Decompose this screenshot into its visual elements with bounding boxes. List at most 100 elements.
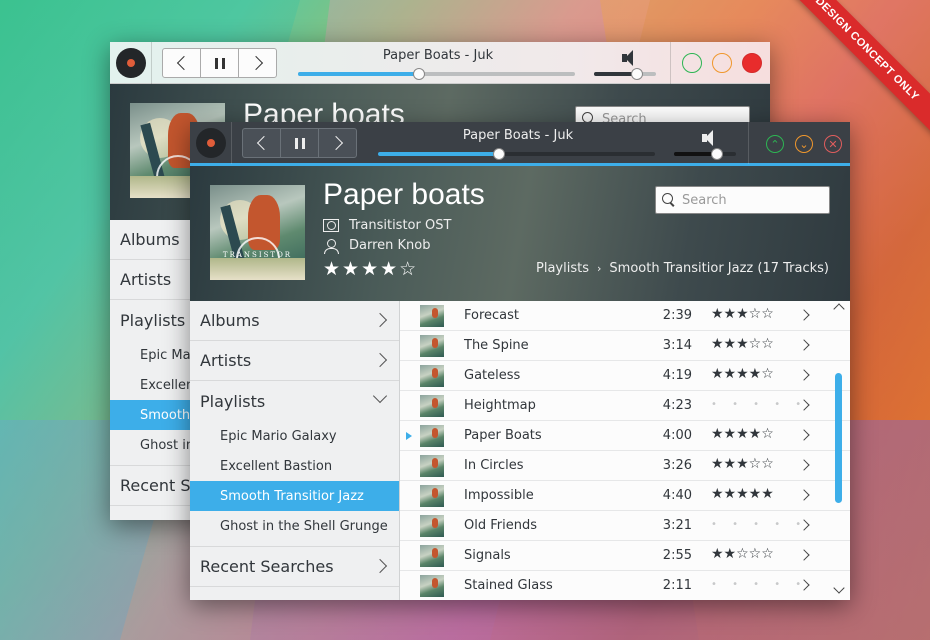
table-row[interactable]: Impossible 4:40 ★★★★★ bbox=[400, 481, 850, 511]
table-row[interactable]: Stained Glass 2:11 • • • • • bbox=[400, 571, 850, 600]
minimize-button[interactable]: ⌃ bbox=[766, 135, 784, 153]
track-rating[interactable]: ★★★☆☆ bbox=[711, 336, 774, 352]
breadcrumb-root[interactable]: Playlists bbox=[536, 261, 589, 276]
track-thumbnail bbox=[420, 545, 444, 567]
breadcrumb-current: Smooth Transitior Jazz (17 Tracks) bbox=[609, 261, 829, 276]
chevron-right-icon[interactable] bbox=[798, 459, 810, 471]
juk-disc-icon bbox=[116, 48, 146, 78]
track-thumbnail bbox=[420, 575, 444, 597]
track-rating[interactable]: ★★★☆☆ bbox=[711, 456, 774, 472]
pause-button[interactable] bbox=[201, 49, 239, 77]
track-thumbnail bbox=[420, 515, 444, 537]
track-thumbnail bbox=[420, 335, 444, 357]
chevron-right-icon[interactable] bbox=[798, 429, 810, 441]
album-name: Transitistor OST bbox=[349, 218, 452, 233]
chevron-left-icon bbox=[176, 55, 191, 71]
track-rating[interactable]: • • • • • bbox=[711, 399, 807, 410]
table-row[interactable]: The Spine 3:14 ★★★☆☆ bbox=[400, 331, 850, 361]
playback-controls bbox=[162, 48, 277, 78]
breadcrumb-separator: › bbox=[597, 262, 602, 275]
table-row[interactable]: Forecast 2:39 ★★★☆☆ bbox=[400, 301, 850, 331]
track-rating[interactable]: ★★★★★ bbox=[711, 486, 774, 502]
now-playing-indicator-icon bbox=[406, 432, 412, 440]
album-row: Transitistor OST bbox=[323, 218, 451, 233]
search-input[interactable] bbox=[682, 192, 822, 208]
search-icon bbox=[662, 193, 676, 207]
track-rating[interactable]: ★★★★☆ bbox=[323, 258, 418, 280]
previous-button[interactable] bbox=[163, 49, 201, 77]
breadcrumb: Playlists › Smooth Transitior Jazz (17 T… bbox=[536, 261, 829, 276]
track-thumbnail bbox=[420, 455, 444, 477]
track-rating[interactable]: ★★★★☆ bbox=[711, 426, 774, 442]
speaker-icon[interactable] bbox=[622, 50, 638, 66]
table-row[interactable]: In Circles 3:26 ★★★☆☆ bbox=[400, 451, 850, 481]
track-rating[interactable]: ★★★★☆ bbox=[711, 366, 774, 382]
chevron-left-icon bbox=[256, 135, 271, 151]
titlebar[interactable]: Paper Boats - Juk ⌃ ⌄ ✕ bbox=[190, 122, 850, 166]
chevron-right-icon bbox=[372, 558, 388, 574]
minimize-button[interactable] bbox=[682, 53, 702, 73]
playlist-item-selected[interactable]: Smooth Transitior Jazz bbox=[190, 481, 399, 511]
titlebar[interactable]: Paper Boats - Juk bbox=[110, 42, 770, 84]
chevron-down-icon[interactable] bbox=[833, 582, 845, 594]
next-button[interactable] bbox=[319, 129, 356, 157]
playlist-item[interactable]: Ghost in the Shell Grunge bbox=[190, 511, 399, 541]
scrollbar[interactable] bbox=[833, 301, 845, 600]
playlist-item[interactable]: Epic Mario Galaxy bbox=[190, 421, 399, 451]
close-button[interactable]: ✕ bbox=[824, 135, 842, 153]
maximize-button[interactable] bbox=[712, 53, 732, 73]
sidebar: Albums Artists Playlists Epic Mario Gala… bbox=[190, 301, 400, 600]
person-icon bbox=[323, 238, 339, 254]
chevron-right-icon[interactable] bbox=[798, 309, 810, 321]
track-rating[interactable]: ★★★☆☆ bbox=[711, 306, 774, 322]
sidebar-item-recent-searches[interactable]: Recent Searches bbox=[190, 547, 399, 587]
chevron-right-icon bbox=[372, 352, 388, 368]
speaker-icon[interactable] bbox=[702, 130, 718, 146]
chevron-right-icon bbox=[328, 135, 343, 151]
track-title: Paper boats bbox=[323, 178, 485, 211]
table-row-playing[interactable]: Paper Boats 4:00 ★★★★☆ bbox=[400, 421, 850, 451]
track-rating[interactable]: • • • • • bbox=[711, 519, 807, 530]
next-button[interactable] bbox=[239, 49, 276, 77]
pause-icon bbox=[214, 57, 225, 69]
album-art: TRANSISTOR bbox=[210, 185, 305, 280]
pause-button[interactable] bbox=[281, 129, 319, 157]
chevron-up-icon[interactable] bbox=[833, 303, 845, 315]
close-button[interactable] bbox=[742, 53, 762, 73]
chevron-right-icon[interactable] bbox=[798, 489, 810, 501]
album-icon bbox=[323, 219, 339, 232]
track-rating[interactable]: ★★☆☆☆ bbox=[711, 546, 774, 562]
chevron-down-icon bbox=[372, 388, 388, 404]
volume-slider[interactable] bbox=[674, 148, 736, 160]
volume-slider[interactable] bbox=[594, 68, 656, 80]
juk-disc-icon bbox=[196, 128, 226, 158]
chevron-right-icon bbox=[372, 312, 388, 328]
chevron-right-icon[interactable] bbox=[798, 369, 810, 381]
sidebar-item-playlists[interactable]: Playlists bbox=[190, 381, 399, 421]
track-thumbnail bbox=[420, 425, 444, 447]
scrollbar-thumb[interactable] bbox=[835, 373, 842, 503]
table-row[interactable]: Gateless 4:19 ★★★★☆ bbox=[400, 361, 850, 391]
sidebar-item-artists[interactable]: Artists bbox=[190, 341, 399, 381]
track-thumbnail bbox=[420, 485, 444, 507]
track-list: Forecast 2:39 ★★★☆☆ The Spine 3:14 ★★★☆☆… bbox=[400, 301, 850, 600]
search-box[interactable] bbox=[655, 186, 830, 214]
table-row[interactable]: Old Friends 3:21 • • • • • bbox=[400, 511, 850, 541]
seek-slider[interactable] bbox=[298, 68, 575, 80]
chevron-right-icon[interactable] bbox=[798, 549, 810, 561]
playlist-item[interactable]: Excellent Bastion bbox=[190, 451, 399, 481]
pause-icon bbox=[294, 137, 305, 149]
window-title: Paper Boats - Juk bbox=[382, 48, 494, 63]
maximize-button[interactable]: ⌄ bbox=[795, 135, 813, 153]
juk-window[interactable]: Paper Boats - Juk ⌃ ⌄ ✕ TRANSISTOR Paper… bbox=[190, 122, 850, 600]
chevron-right-icon[interactable] bbox=[798, 339, 810, 351]
table-row[interactable]: Signals 2:55 ★★☆☆☆ bbox=[400, 541, 850, 571]
track-rating[interactable]: • • • • • bbox=[711, 579, 807, 590]
table-row[interactable]: Heightmap 4:23 • • • • • bbox=[400, 391, 850, 421]
sidebar-item-albums[interactable]: Albums bbox=[190, 301, 399, 341]
track-thumbnail bbox=[420, 395, 444, 417]
seek-slider[interactable] bbox=[378, 148, 655, 160]
previous-button[interactable] bbox=[243, 129, 281, 157]
track-thumbnail bbox=[420, 305, 444, 327]
artist-row: Darren Knob bbox=[323, 238, 431, 254]
